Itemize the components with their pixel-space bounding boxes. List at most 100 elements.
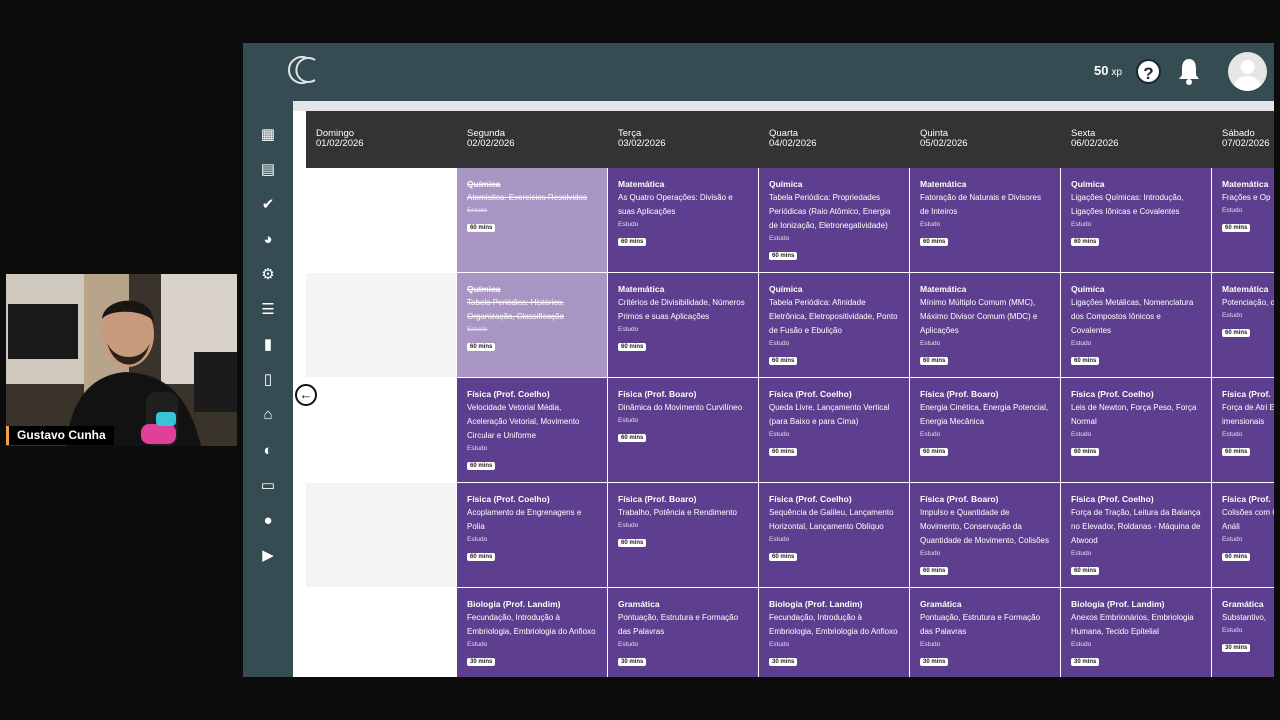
study-session-card[interactable]: Química Atomística: Exercícios Resolvidos… xyxy=(457,168,607,272)
topic-label: Anexos Embrionários, Embriologia Humana,… xyxy=(1071,613,1194,636)
subject-label: Matemática xyxy=(920,284,967,294)
day-header: Quarta 04/02/2026 xyxy=(769,129,817,149)
play-icon[interactable]: ▶ xyxy=(258,546,278,566)
session-type-label: Estudo xyxy=(467,326,488,333)
duration-badge: 30 mins xyxy=(1222,644,1251,652)
session-type-label: Estudo xyxy=(467,536,488,543)
study-session-card[interactable]: Física (Prof. Coelho) Acoplamento de Engr… xyxy=(457,483,607,587)
study-session-card[interactable]: Física (Prof. Boaro) Energia Cinética, En… xyxy=(910,378,1060,482)
duration-badge: 60 mins xyxy=(1071,448,1100,456)
sunday-cell xyxy=(306,378,456,482)
study-session-card[interactable]: Física (Prof. Coelho) Leis de Newton, For… xyxy=(1061,378,1211,482)
xp-counter: 50 xp xyxy=(1094,63,1122,78)
duration-badge: 60 mins xyxy=(1071,238,1100,246)
bell-icon[interactable] xyxy=(1177,57,1201,85)
sidebar: ▦ ▤ ✔ ◕ ⚙ ☰ ▮ ▯ ⌂ ◐ ▭ ● ▶ xyxy=(243,101,293,677)
check-icon[interactable]: ✔ xyxy=(258,195,278,215)
study-session-card[interactable]: Química Tabela Periódica: Histórico, Orga… xyxy=(457,273,607,377)
calendar-check-icon[interactable]: ▦ xyxy=(258,125,278,145)
institution-icon[interactable]: ⌂ xyxy=(258,405,278,425)
topic-label: Acoplamento de Engrenagens e Polia xyxy=(467,508,582,531)
duration-badge: 60 mins xyxy=(467,343,496,351)
day-date: 05/02/2026 xyxy=(920,138,968,149)
duration-badge: 30 mins xyxy=(618,658,647,666)
study-session-card[interactable]: Física (Prof. Boaro) Trabalho, Potência e… xyxy=(608,483,758,587)
session-type-label: Estudo xyxy=(1071,641,1092,648)
calendar-icon[interactable]: ▤ xyxy=(258,160,278,180)
webcam-video xyxy=(6,274,237,446)
day-header: Domingo 01/02/2026 xyxy=(316,129,364,149)
subject-label: Física (Prof. xyxy=(1222,389,1271,399)
chat-icon[interactable]: ● xyxy=(258,511,278,531)
duration-badge: 60 mins xyxy=(920,567,949,575)
xp-unit: xp xyxy=(1111,67,1122,78)
topic-label: Energia Cinética, Energia Potencial, Ene… xyxy=(920,403,1049,426)
help-icon[interactable]: ? xyxy=(1136,59,1161,84)
subject-label: Física (Prof. Boaro) xyxy=(920,389,999,399)
study-session-card[interactable]: Física (Prof. Colisões com Centro de Ma v… xyxy=(1212,483,1274,587)
study-session-card[interactable]: Gramática Pontuação, Estrutura e Formação… xyxy=(608,588,758,677)
study-session-card[interactable]: Física (Prof. Boaro) Dinâmica do Moviment… xyxy=(608,378,758,482)
list-icon[interactable]: ☰ xyxy=(258,300,278,320)
subject-label: Física (Prof. Boaro) xyxy=(920,494,999,504)
session-type-label: Estudo xyxy=(1222,431,1243,438)
duration-badge: 60 mins xyxy=(618,343,647,351)
avatar[interactable] xyxy=(1228,52,1267,91)
topic-label: Pontuação, Estrutura e Formação das Pala… xyxy=(920,613,1041,636)
topic-label: Dinâmica do Movimento Curvilíneo xyxy=(618,403,743,412)
study-session-card[interactable]: Física (Prof. Força de Atri Energia Mecâ … xyxy=(1212,378,1274,482)
topic-label: Colisões com Centro de Ma vidade, Análi xyxy=(1222,508,1274,531)
session-type-label: Estudo xyxy=(769,536,790,543)
study-session-card[interactable]: Física (Prof. Coelho) Sequência de Galile… xyxy=(759,483,909,587)
inbox-icon[interactable]: ▭ xyxy=(258,476,278,496)
calendar-panel: Domingo 01/02/2026 Segunda 02/02/2026 Terça 0… xyxy=(293,111,1274,677)
study-session-card[interactable]: Matemática Potenciação, otação Cientí Estu… xyxy=(1212,273,1274,377)
study-session-card[interactable]: Física (Prof. Boaro) Impulso e Quantidade… xyxy=(910,483,1060,587)
study-session-card[interactable]: Física (Prof. Coelho) Queda Livre, Lançam… xyxy=(759,378,909,482)
brain-icon[interactable]: ◐ xyxy=(258,441,278,461)
study-session-card[interactable]: Química Tabela Periódica: Afinidade Eletr… xyxy=(759,273,909,377)
file-icon[interactable]: ▯ xyxy=(258,370,278,390)
gear-icon[interactable]: ⚙ xyxy=(258,265,278,285)
study-session-card[interactable]: Matemática Frações e Op Estudo 60 mins xyxy=(1212,168,1274,272)
topic-label: Pontuação, Estrutura e Formação das Pala… xyxy=(618,613,739,636)
study-session-card[interactable]: Química Tabela Periódica: Propriedades Pe… xyxy=(759,168,909,272)
duration-badge: 60 mins xyxy=(1071,567,1100,575)
study-session-card[interactable]: Matemática Mínimo Múltiplo Comum (MMC), M… xyxy=(910,273,1060,377)
day-date: 01/02/2026 xyxy=(316,138,364,149)
duration-badge: 60 mins xyxy=(1222,553,1251,561)
topic-label: Leis de Newton, Força Peso, Força Normal xyxy=(1071,403,1197,426)
study-session-card[interactable]: Biologia (Prof. Landim) Anexos Embrionári… xyxy=(1061,588,1211,677)
divider xyxy=(293,101,1274,111)
study-session-card[interactable]: Gramática Substantivo, Estudo 30 mins xyxy=(1212,588,1274,677)
study-session-card[interactable]: Matemática Fatoração de Naturais e Diviso… xyxy=(910,168,1060,272)
subject-label: Gramática xyxy=(618,599,660,609)
study-session-card[interactable]: Matemática Critérios de Divisibilidade, N… xyxy=(608,273,758,377)
session-type-label: Estudo xyxy=(1071,431,1092,438)
session-type-label: Estudo xyxy=(467,445,488,452)
study-session-card[interactable]: Matemática As Quatro Operações: Divisão e… xyxy=(608,168,758,272)
topic-label: Fecundação, Introdução à Embriologia, Em… xyxy=(769,613,898,636)
duration-badge: 30 mins xyxy=(1071,658,1100,666)
study-session-card[interactable]: Química Ligações Químicas: Introdução, Li… xyxy=(1061,168,1211,272)
duration-badge: 60 mins xyxy=(1222,448,1251,456)
duration-badge: 60 mins xyxy=(920,448,949,456)
study-session-card[interactable]: Biologia (Prof. Landim) Fecundação, Intro… xyxy=(457,588,607,677)
study-session-card[interactable]: Química Ligações Metálicas, Nomenclatura … xyxy=(1061,273,1211,377)
dashboard-icon[interactable]: ◕ xyxy=(258,230,278,250)
book-icon[interactable]: ▮ xyxy=(258,335,278,355)
study-session-card[interactable]: Física (Prof. Coelho) Velocidade Vetorial… xyxy=(457,378,607,482)
day-header: Sexta 06/02/2026 xyxy=(1071,129,1119,149)
study-session-card[interactable]: Física (Prof. Coelho) Força de Tração, Le… xyxy=(1061,483,1211,587)
logo[interactable] xyxy=(285,53,321,87)
topic-label: Atomística: Exercícios Resolvidos xyxy=(467,193,588,202)
app-window: 50 xp ? ▦ ▤ ✔ ◕ ⚙ ☰ ▮ ▯ ⌂ ◐ ▭ ● ▶ Domingo… xyxy=(243,43,1274,677)
study-session-card[interactable]: Biologia (Prof. Landim) Fecundação, Intro… xyxy=(759,588,909,677)
topic-label: Potenciação, otação Cientí xyxy=(1222,298,1274,307)
day-date: 06/02/2026 xyxy=(1071,138,1119,149)
study-session-card[interactable]: Gramática Pontuação, Estrutura e Formação… xyxy=(910,588,1060,677)
duration-badge: 60 mins xyxy=(618,434,647,442)
arrow-left-icon[interactable]: ← xyxy=(295,384,317,406)
session-type-label: Estudo xyxy=(920,550,941,557)
session-type-label: Estudo xyxy=(920,431,941,438)
